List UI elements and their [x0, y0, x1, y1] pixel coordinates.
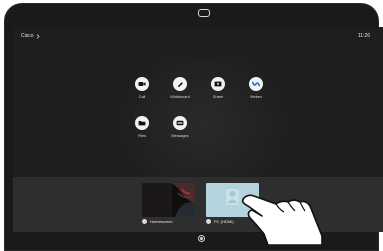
- files-label: Files: [137, 134, 147, 138]
- files-tile[interactable]: Files: [124, 116, 160, 138]
- webex-icon: [252, 81, 260, 87]
- home-button[interactable]: [198, 235, 205, 242]
- messages-label: Messages: [171, 134, 189, 138]
- messages-icon: [176, 120, 184, 126]
- hdmi-dot-icon: [206, 219, 211, 224]
- chevron-right-icon: [36, 33, 40, 39]
- call-label: Call: [138, 95, 146, 99]
- webex-label: Webex: [250, 95, 262, 99]
- share-tile[interactable]: Share: [200, 77, 236, 99]
- pointing-hand-illustration: [241, 194, 323, 245]
- share-screen-icon: [214, 81, 222, 87]
- pen-icon: [177, 81, 183, 87]
- breadcrumb-label: Cisco: [21, 33, 34, 39]
- homescreen-source[interactable]: Homescreen: [142, 219, 173, 224]
- call-tile[interactable]: Call: [124, 77, 160, 99]
- whiteboard-tile[interactable]: Whiteboard: [162, 77, 198, 99]
- pc-hdmi-source[interactable]: PC (HDMI): [206, 219, 234, 224]
- homescreen-label: Homescreen: [150, 219, 173, 224]
- share-label: Share: [212, 95, 224, 99]
- webex-tile[interactable]: Webex: [238, 77, 274, 99]
- clock: 11:26: [357, 33, 370, 39]
- video-camera-icon: [138, 82, 146, 86]
- whiteboard-label: Whiteboard: [170, 95, 190, 99]
- home-dot-icon: [142, 219, 147, 224]
- homescreen-preview: [142, 183, 195, 217]
- camera-icon: [198, 9, 210, 17]
- breadcrumb[interactable]: Cisco: [21, 33, 40, 39]
- folder-icon: [138, 121, 146, 126]
- messages-tile[interactable]: Messages: [162, 116, 198, 138]
- home-button-dot: [200, 237, 203, 240]
- homescreen-thumbnail[interactable]: [142, 183, 195, 217]
- pc-hdmi-label: PC (HDMI): [214, 219, 234, 224]
